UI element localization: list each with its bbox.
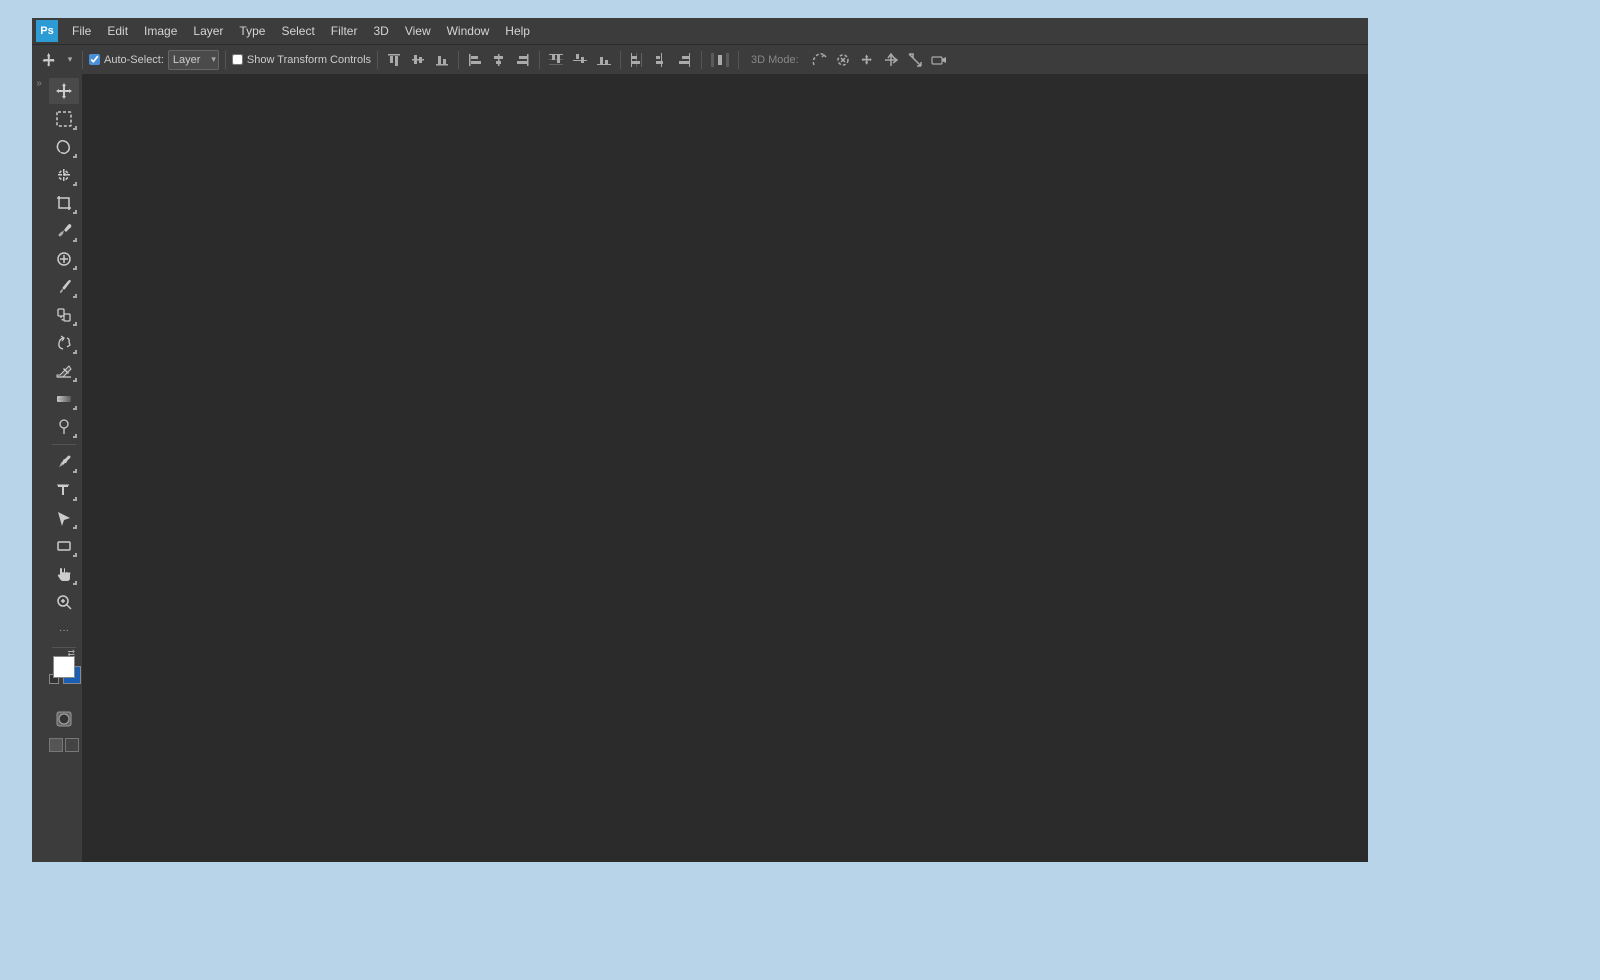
toolbar-move-icon: ✛: [38, 49, 60, 71]
menu-window[interactable]: Window: [439, 20, 498, 42]
tool-eraser[interactable]: [49, 358, 79, 384]
tool-separator: [52, 444, 76, 445]
distribute-bottom-edges[interactable]: [594, 50, 614, 70]
align-left-edges[interactable]: [465, 50, 485, 70]
distribute-left-edges[interactable]: [627, 50, 647, 70]
tool-history-brush[interactable]: [49, 330, 79, 356]
3d-pan-object[interactable]: [857, 50, 877, 70]
menu-edit[interactable]: Edit: [99, 20, 136, 42]
toolbar-sep-3: [377, 51, 378, 69]
toolbar-sep-1: [82, 51, 83, 69]
auto-select-checkbox[interactable]: [89, 54, 100, 65]
menu-view[interactable]: View: [397, 20, 439, 42]
menu-image[interactable]: Image: [136, 20, 185, 42]
tool-path-selection[interactable]: [49, 505, 79, 531]
quick-mask-btn[interactable]: [49, 706, 79, 732]
show-transform-text: Show Transform Controls: [247, 54, 371, 66]
collapse-handle[interactable]: »: [32, 74, 46, 862]
svg-text:✛: ✛: [43, 52, 55, 68]
tools-panel: ··· ⇄: [46, 74, 82, 862]
tool-type[interactable]: [49, 477, 79, 503]
content-area: »: [32, 74, 1368, 862]
auto-select-label[interactable]: Auto-Select:: [89, 54, 164, 66]
show-transform-checkbox[interactable]: [232, 54, 243, 65]
toolbar-sep-4: [458, 51, 459, 69]
3d-mode-label: 3D Mode:: [751, 54, 799, 66]
tool-eyedropper[interactable]: [49, 218, 79, 244]
toolbar-sep-7: [701, 51, 702, 69]
screen-mode-area: [49, 738, 79, 752]
distribute-evenly[interactable]: [708, 50, 732, 70]
tool-marquee[interactable]: [49, 106, 79, 132]
app-window: Ps File Edit Image Layer Type Select Fil…: [32, 18, 1368, 862]
collapse-icon: »: [36, 78, 42, 89]
tool-crop[interactable]: [49, 190, 79, 216]
menu-help[interactable]: Help: [497, 20, 538, 42]
standard-screen-btn[interactable]: [49, 738, 63, 752]
menu-filter[interactable]: Filter: [323, 20, 366, 42]
options-toolbar: ✛ ▾ Auto-Select: Layer Group Show Transf…: [32, 44, 1368, 74]
distribute-vertical-centers[interactable]: [570, 50, 590, 70]
3d-slide-object[interactable]: [881, 50, 901, 70]
3d-rotate-object[interactable]: [809, 50, 829, 70]
menu-select[interactable]: Select: [273, 20, 322, 42]
align-right-edges[interactable]: [513, 50, 533, 70]
toolbar-sep-5: [539, 51, 540, 69]
toolbar-sep-6: [620, 51, 621, 69]
align-bottom-edges[interactable]: [432, 50, 452, 70]
toolbar-move-dropdown[interactable]: ▾: [64, 49, 76, 71]
align-horizontal-centers[interactable]: [489, 50, 509, 70]
tool-pen[interactable]: [49, 449, 79, 475]
menu-bar: Ps File Edit Image Layer Type Select Fil…: [32, 18, 1368, 44]
tool-brush[interactable]: [49, 274, 79, 300]
layer-select-wrap: Layer Group: [168, 50, 219, 70]
menu-type[interactable]: Type: [231, 20, 273, 42]
tool-healing[interactable]: [49, 246, 79, 272]
canvas-area: [82, 74, 1368, 862]
layer-select[interactable]: Layer Group: [168, 50, 219, 70]
tool-gradient[interactable]: [49, 386, 79, 412]
menu-3d[interactable]: 3D: [365, 20, 396, 42]
full-screen-menu-btn[interactable]: [65, 738, 79, 752]
tool-stamp[interactable]: [49, 302, 79, 328]
ps-logo: Ps: [36, 20, 58, 42]
distribute-horizontal-centers[interactable]: [651, 50, 671, 70]
tool-dodge[interactable]: [49, 414, 79, 440]
tool-move[interactable]: [49, 78, 79, 104]
3d-roll-object[interactable]: [833, 50, 853, 70]
distribute-right-edges[interactable]: [675, 50, 695, 70]
auto-select-text: Auto-Select:: [104, 54, 164, 66]
distribute-top-edges[interactable]: [546, 50, 566, 70]
tool-zoom[interactable]: [49, 589, 79, 615]
toolbar-sep-2: [225, 51, 226, 69]
toolbar-sep-8: [738, 51, 739, 69]
3d-scale-object[interactable]: [905, 50, 925, 70]
align-top-edges[interactable]: [384, 50, 404, 70]
menu-layer[interactable]: Layer: [185, 20, 231, 42]
align-vertical-centers[interactable]: [408, 50, 428, 70]
tool-magic-wand[interactable]: [49, 162, 79, 188]
tool-shape[interactable]: [49, 533, 79, 559]
tool-more[interactable]: ···: [49, 617, 79, 643]
menu-file[interactable]: File: [64, 20, 99, 42]
3d-video-camera[interactable]: [929, 50, 949, 70]
foreground-color[interactable]: [53, 656, 75, 678]
color-swatches-area: ⇄: [53, 656, 75, 678]
tool-lasso[interactable]: [49, 134, 79, 160]
show-transform-label[interactable]: Show Transform Controls: [232, 54, 371, 66]
tool-hand[interactable]: [49, 561, 79, 587]
